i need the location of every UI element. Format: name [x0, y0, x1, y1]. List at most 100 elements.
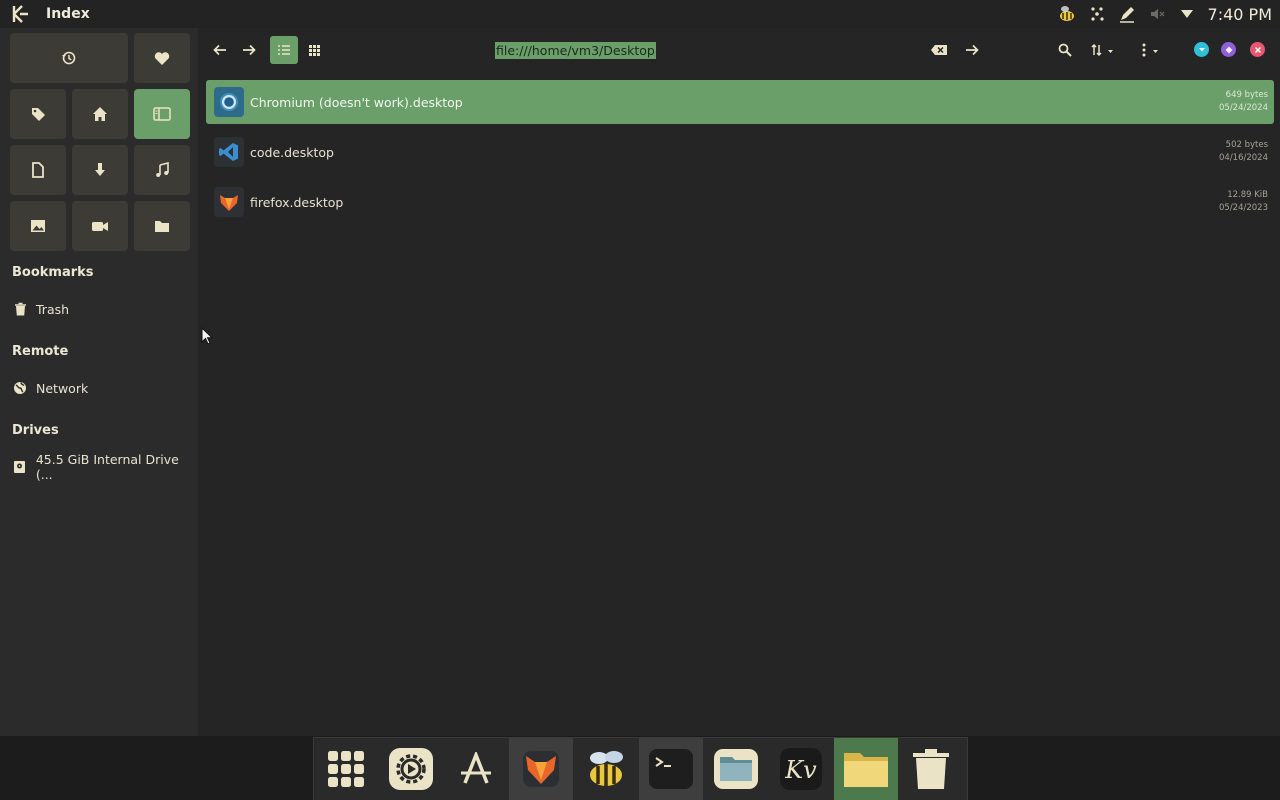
file-meta: 502 bytes 04/16/2024 — [1219, 139, 1268, 165]
document-icon — [32, 162, 44, 178]
file-date: 04/16/2024 — [1219, 153, 1268, 163]
music-button[interactable] — [134, 145, 190, 195]
firefox-icon — [523, 751, 559, 787]
clear-location-button[interactable] — [926, 36, 952, 64]
vscode-icon — [214, 137, 244, 167]
dock-terminal[interactable] — [639, 737, 703, 800]
dock-trash[interactable] — [899, 738, 963, 800]
dock-settings[interactable] — [379, 738, 443, 800]
file-row-code[interactable]: code.desktop 502 bytes 04/16/2024 — [206, 130, 1274, 174]
diamond-icon — [1225, 46, 1232, 53]
file-row-chromium[interactable]: Chromium (doesn't work).desktop 649 byte… — [206, 80, 1274, 124]
backspace-icon — [931, 45, 947, 55]
search-icon — [1058, 43, 1072, 57]
desktop-button[interactable] — [134, 89, 190, 139]
mouse-cursor-icon — [201, 326, 214, 349]
tray-expand-icon[interactable] — [1172, 0, 1202, 28]
file-name: Chromium (doesn't work).desktop — [250, 94, 463, 110]
history-icon — [62, 51, 76, 65]
back-button[interactable] — [208, 36, 232, 64]
file-name: firefox.desktop — [250, 194, 344, 210]
sidebar-panel-icon — [153, 107, 171, 121]
sidebar-item-network[interactable]: Network — [12, 378, 88, 398]
bookmarks-heading: Bookmarks — [12, 265, 94, 280]
file-size: 12.89 KiB — [1227, 190, 1268, 200]
pen-tray-icon[interactable] — [1112, 0, 1142, 28]
app-grid-icon — [328, 751, 364, 787]
downloads-button[interactable] — [72, 145, 128, 195]
music-icon — [156, 162, 169, 177]
close-button[interactable] — [1250, 42, 1265, 57]
file-name: code.desktop — [250, 144, 334, 160]
folder-icon — [155, 221, 169, 232]
arrow-right-icon — [966, 44, 979, 56]
dock-firefox[interactable] — [509, 737, 573, 800]
tags-button[interactable] — [10, 89, 66, 139]
sort-icon — [1091, 43, 1113, 57]
search-button[interactable] — [1053, 36, 1077, 64]
favorites-button[interactable] — [134, 33, 190, 83]
dock-appstore[interactable] — [444, 738, 508, 800]
file-size: 502 bytes — [1225, 140, 1268, 150]
sidebar-item-label: 45.5 GiB Internal Drive (... — [35, 452, 179, 482]
drives-heading: Drives — [12, 423, 59, 438]
file-meta: 649 bytes 05/24/2024 — [1219, 89, 1268, 115]
volume-muted-icon[interactable] — [1142, 0, 1172, 28]
toolbar: file:///home/vm3/Desktop — [200, 28, 1280, 72]
video-icon — [92, 222, 108, 231]
minimize-button[interactable] — [1194, 42, 1209, 57]
dock-app-grid[interactable] — [314, 738, 378, 800]
drive-icon — [12, 459, 28, 475]
file-size: 649 bytes — [1225, 90, 1268, 100]
sidebar-item-label: Network — [36, 380, 89, 396]
menu-button[interactable] — [1136, 36, 1166, 64]
arrow-left-icon — [213, 44, 226, 56]
sidebar-item-label: Trash — [36, 301, 70, 317]
forward-button[interactable] — [237, 36, 261, 64]
recent-button[interactable] — [10, 33, 128, 83]
settings-icon — [389, 748, 433, 790]
dock-kv[interactable]: Kv — [769, 738, 833, 800]
chromium-icon — [214, 87, 244, 117]
go-button[interactable] — [960, 36, 984, 64]
chevron-down-icon — [1198, 47, 1205, 51]
bee-tray-icon[interactable] — [1052, 0, 1082, 28]
sort-button[interactable] — [1086, 36, 1120, 64]
file-manager-icon — [714, 749, 758, 789]
list-view-button[interactable] — [270, 36, 298, 64]
videos-button[interactable] — [72, 201, 128, 251]
tag-icon — [32, 108, 45, 121]
appstore-icon — [461, 752, 491, 784]
kebab-menu-icon — [1142, 43, 1158, 57]
heart-icon — [154, 51, 170, 65]
dock-bee[interactable] — [574, 738, 638, 800]
dock-file-manager[interactable] — [704, 738, 768, 800]
folders-button[interactable] — [134, 201, 190, 251]
trash-icon — [12, 301, 28, 317]
clock[interactable]: 7:40 PM — [1208, 5, 1272, 24]
kv-icon: Kv — [780, 748, 822, 790]
system-tray: 7:40 PM — [1052, 0, 1280, 28]
file-date: 05/24/2024 — [1219, 103, 1268, 113]
trash-icon — [913, 749, 949, 789]
grid-view-icon — [308, 44, 320, 56]
location-input[interactable]: file:///home/vm3/Desktop — [495, 42, 656, 59]
maximize-button[interactable] — [1221, 42, 1236, 57]
list-view-icon — [278, 45, 290, 55]
dock-folder[interactable] — [834, 737, 898, 800]
grid-view-button[interactable] — [302, 36, 326, 64]
pictures-button[interactable] — [10, 201, 66, 251]
connect-tray-icon[interactable] — [1082, 0, 1112, 28]
sidebar-item-drive[interactable]: 45.5 GiB Internal Drive (... — [12, 452, 198, 482]
remote-heading: Remote — [12, 344, 69, 359]
download-icon — [95, 163, 105, 176]
home-button[interactable] — [72, 89, 128, 139]
file-row-firefox[interactable]: firefox.desktop 12.89 KiB 05/24/2023 — [206, 180, 1274, 224]
folder-icon — [844, 753, 888, 787]
file-list: Chromium (doesn't work).desktop 649 byte… — [206, 80, 1274, 230]
documents-button[interactable] — [10, 145, 66, 195]
network-icon — [12, 380, 28, 396]
svg-text:Kv: Kv — [784, 756, 817, 784]
kde-logo-icon[interactable] — [10, 3, 32, 25]
sidebar-item-trash[interactable]: Trash — [12, 299, 69, 319]
